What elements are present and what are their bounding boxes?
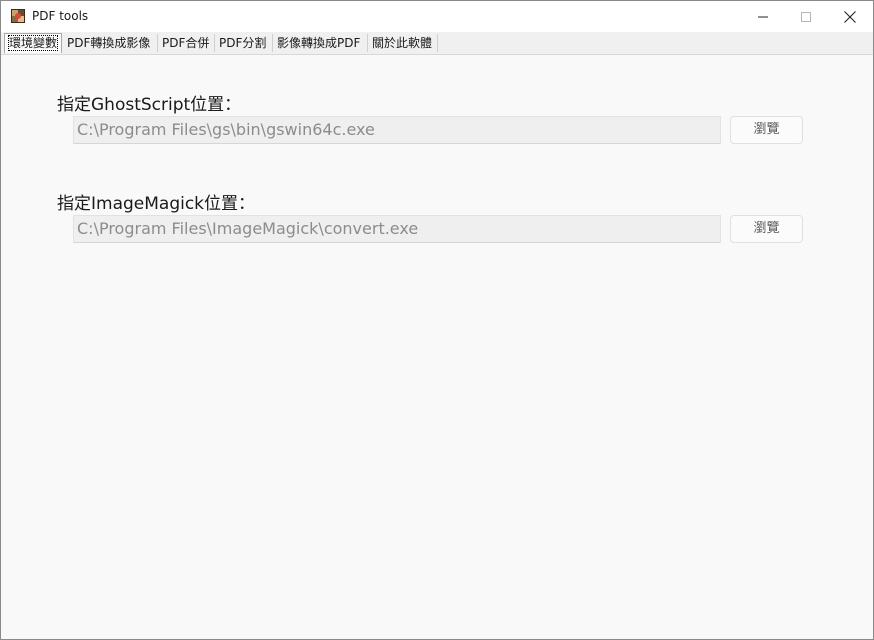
maximize-icon xyxy=(801,11,811,22)
tab-bar: 環境變數 PDF轉換成影像 PDF合併 PDF分割 影像轉換成PDF 關於此軟體 xyxy=(1,32,873,55)
tab-label: PDF合併 xyxy=(162,36,210,50)
tab-label: PDF分割 xyxy=(219,36,267,50)
tab-image-to-pdf[interactable]: 影像轉換成PDF xyxy=(273,34,368,52)
minimize-button[interactable] xyxy=(740,1,786,32)
tab-pdf-to-image[interactable]: PDF轉換成影像 xyxy=(63,34,158,52)
tab-environment[interactable]: 環境變數 xyxy=(4,33,62,53)
tab-label: 影像轉換成PDF xyxy=(277,36,361,50)
title-bar[interactable]: PDF tools xyxy=(1,1,873,32)
maximize-button[interactable] xyxy=(783,1,829,32)
pdf-tools-app-icon xyxy=(11,9,25,23)
tab-about[interactable]: 關於此軟體 xyxy=(368,34,438,52)
imagemagick-path-field: C:\Program Files\ImageMagick\convert.exe xyxy=(73,215,721,243)
tab-label: PDF轉換成影像 xyxy=(67,36,151,50)
imagemagick-label: 指定ImageMagick位置： xyxy=(57,194,256,214)
app-window: PDF tools 環境變數 PDF轉換成影像 PDF合併 PDF分割 影像轉換… xyxy=(0,0,874,640)
ghostscript-browse-button[interactable]: 瀏覽 xyxy=(730,116,803,144)
window-title: PDF tools xyxy=(32,9,89,23)
minimize-icon xyxy=(758,16,768,17)
tab-label: 關於此軟體 xyxy=(372,36,433,50)
close-button[interactable] xyxy=(827,1,873,32)
close-icon xyxy=(844,10,856,23)
environment-panel: 指定GhostScript位置： C:\Program Files\gs\bin… xyxy=(1,55,873,639)
ghostscript-path-field: C:\Program Files\gs\bin\gswin64c.exe xyxy=(73,116,721,144)
imagemagick-browse-button[interactable]: 瀏覽 xyxy=(730,215,803,243)
tab-pdf-merge[interactable]: PDF合併 xyxy=(158,34,215,52)
ghostscript-label: 指定GhostScript位置： xyxy=(57,95,242,115)
tab-pdf-split[interactable]: PDF分割 xyxy=(215,34,273,52)
tab-label: 環境變數 xyxy=(7,35,59,51)
